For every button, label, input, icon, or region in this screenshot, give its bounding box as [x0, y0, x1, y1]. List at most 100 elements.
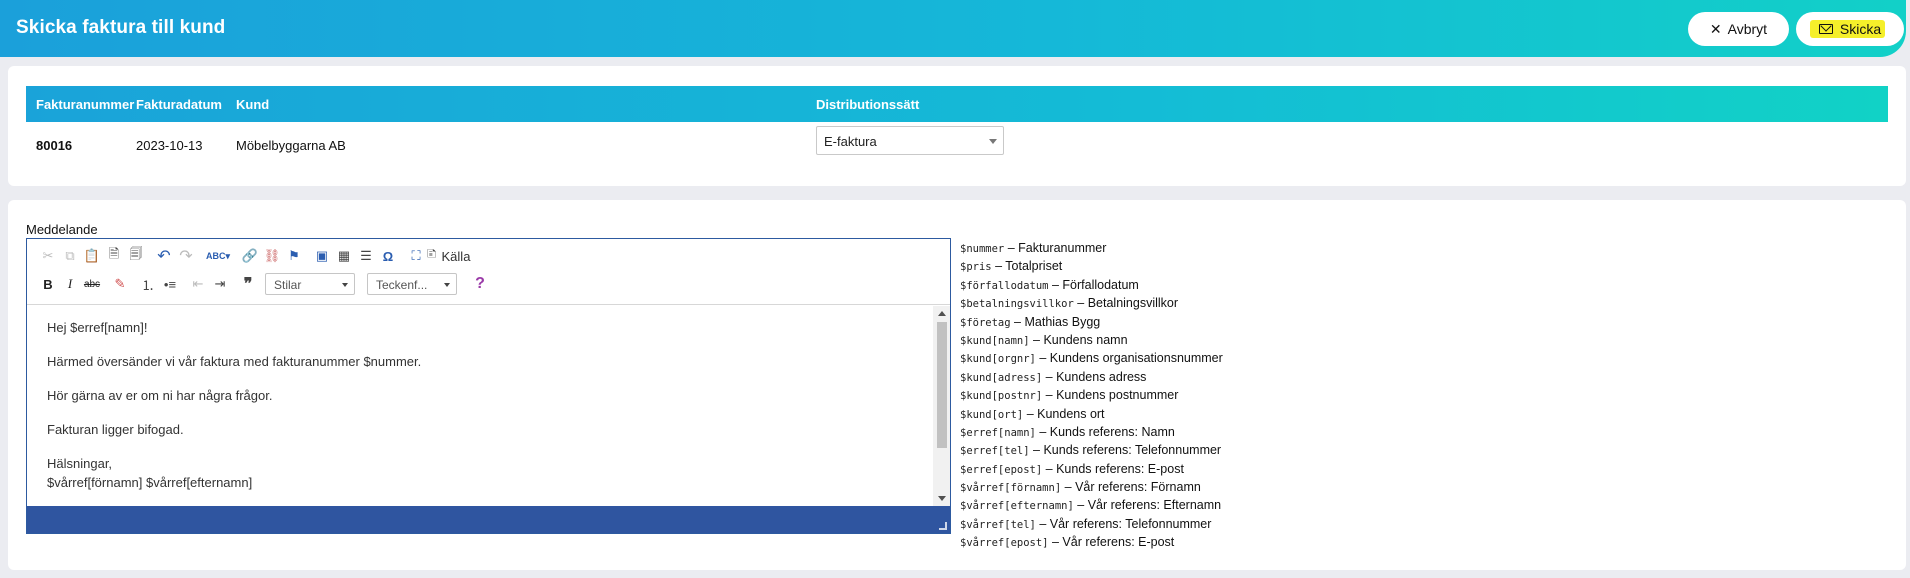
editor-scrollbar[interactable]: [933, 306, 950, 506]
variable-item: $kund[ort] – Kundens ort: [960, 406, 1105, 421]
variable-item: $nummer – Fakturanummer: [960, 241, 1107, 255]
editor-content[interactable]: Hej $erref[namn]! Härmed översänder vi v…: [27, 306, 933, 506]
variable-desc: Kundens adress: [1056, 369, 1147, 384]
format-dropdown-label: Teckenf...: [376, 278, 428, 292]
anchor-icon[interactable]: ⚑: [283, 245, 305, 267]
italic-icon[interactable]: I: [59, 273, 81, 295]
variable-desc: Kundens ort: [1037, 406, 1105, 421]
spellcheck-icon[interactable]: ABC▾: [203, 245, 233, 267]
variable-code: $vårref[förnamn]: [960, 482, 1062, 495]
variable-item: $erref[epost] – Kunds referens: E-post: [960, 461, 1184, 476]
variable-code: $kund[namn]: [960, 334, 1030, 347]
variable-item: $kund[namn] – Kundens namn: [960, 332, 1128, 347]
numbered-list-icon[interactable]: ⒈: [137, 273, 159, 295]
horizontal-line-icon[interactable]: ☰: [355, 245, 377, 267]
source-icon[interactable]: 🗈 Källa: [427, 245, 470, 267]
variable-code: $erref[tel]: [960, 445, 1030, 458]
image-icon[interactable]: ▣: [311, 245, 333, 267]
message-card: Meddelande ✂ ⧉ 📋 🗎 🗐 ↶ ↷ ABC▾ 🔗 ⛓ ⚑ ▣ ▦: [8, 200, 1906, 570]
variable-desc: Vår referens: E-post: [1062, 535, 1175, 550]
variable-item: $kund[adress] – Kundens adress: [960, 369, 1147, 384]
cut-icon[interactable]: ✂: [37, 245, 59, 267]
link-icon[interactable]: 🔗: [239, 245, 261, 267]
blockquote-icon[interactable]: ❞: [237, 273, 259, 295]
redo-icon[interactable]: ↷: [175, 245, 197, 267]
variable-code: $kund[ort]: [960, 408, 1024, 421]
chevron-down-icon: [989, 139, 997, 144]
variable-item: $erref[tel] – Kunds referens: Telefonnum…: [960, 443, 1222, 458]
col-distribution: Distributionssätt: [816, 97, 920, 112]
variable-desc: Betalningsvillkor: [1087, 296, 1179, 311]
variable-desc: Vår referens: Telefonnummer: [1049, 516, 1212, 531]
paste-icon[interactable]: 📋: [81, 245, 103, 267]
editor-paragraph: Härmed översänder vi vår faktura med fak…: [47, 354, 422, 369]
scroll-thumb[interactable]: [937, 322, 947, 448]
format-dropdown[interactable]: Teckenf...: [367, 273, 457, 295]
close-icon: ✕: [1709, 20, 1722, 37]
scroll-down-icon[interactable]: [938, 496, 946, 501]
variable-desc: Kundens postnummer: [1056, 388, 1179, 403]
distribution-select[interactable]: E-faktura: [816, 126, 1004, 155]
source-icon-glyph: 🗈: [427, 246, 437, 261]
styles-dropdown-label: Stilar: [274, 278, 302, 292]
message-editor: ✂ ⧉ 📋 🗎 🗐 ↶ ↷ ABC▾ 🔗 ⛓ ⚑ ▣ ▦ ☰ Ω ⛶ 🗈 Käl…: [26, 238, 951, 534]
header-bar: Skicka faktura till kund ✕ Avbryt Skicka: [0, 0, 1906, 57]
outdent-icon[interactable]: ⇤: [187, 273, 209, 295]
variable-desc: Kundens namn: [1043, 332, 1128, 347]
cancel-button[interactable]: ✕ Avbryt: [1688, 12, 1789, 46]
envelope-icon: [1818, 24, 1833, 34]
source-label: Källa: [441, 248, 471, 264]
variable-desc: Kunds referens: E-post: [1056, 461, 1184, 476]
strikethrough-icon[interactable]: abc: [81, 273, 103, 295]
variable-code: $kund[orgnr]: [960, 353, 1036, 366]
variable-code: $erref[namn]: [960, 426, 1036, 439]
resize-handle-icon[interactable]: [939, 522, 947, 530]
table-icon[interactable]: ▦: [333, 245, 355, 267]
help-icon[interactable]: ?: [469, 273, 491, 295]
variable-code: $företag: [960, 316, 1011, 329]
customer-name: Möbelbyggarna AB: [236, 138, 346, 153]
paste-word-icon[interactable]: 🗐: [125, 245, 147, 267]
indent-icon[interactable]: ⇥: [209, 273, 231, 295]
variable-code: $förfallodatum: [960, 279, 1049, 292]
variable-code: $vårref[efternamn]: [960, 500, 1074, 513]
variable-item: $erref[namn] – Kunds referens: Namn: [960, 424, 1175, 439]
editor-paragraph: $vårref[förnamn] $vårref[efternamn]: [47, 475, 253, 490]
variable-desc: Vår referens: Efternamn: [1087, 498, 1222, 513]
paste-text-icon[interactable]: 🗎: [103, 245, 125, 267]
cancel-button-label: Avbryt: [1727, 21, 1768, 37]
bulleted-list-icon[interactable]: •≡: [159, 273, 181, 295]
bold-icon[interactable]: B: [37, 273, 59, 295]
editor-paragraph: Hör gärna av er om ni har några frågor.: [47, 388, 273, 403]
page-title: Skicka faktura till kund: [16, 17, 226, 38]
variables-list: $nummer – Fakturanummer $pris – Totalpri…: [960, 241, 1223, 554]
distribution-value: E-faktura: [824, 134, 877, 149]
variable-item: $pris – Totalpriset: [960, 259, 1063, 274]
variable-desc: Kunds referens: Telefonnummer: [1043, 443, 1222, 458]
variable-item: $kund[postnr] – Kundens postnummer: [960, 388, 1179, 403]
remove-format-icon[interactable]: ✎: [109, 273, 131, 295]
variable-code: $vårref[epost]: [960, 537, 1049, 550]
variable-code: $betalningsvillkor: [960, 298, 1074, 311]
styles-dropdown[interactable]: Stilar: [265, 273, 355, 295]
variable-item: $vårref[förnamn] – Vår referens: Förnamn: [960, 480, 1201, 495]
message-label: Meddelande: [26, 222, 98, 237]
editor-statusbar: [27, 506, 950, 533]
chevron-down-icon: [444, 283, 450, 287]
variable-desc: Kunds referens: Namn: [1049, 424, 1175, 439]
send-button[interactable]: Skicka: [1796, 12, 1904, 46]
copy-icon[interactable]: ⧉: [59, 245, 81, 267]
special-char-icon[interactable]: Ω: [377, 245, 399, 267]
variable-code: $kund[adress]: [960, 371, 1043, 384]
editor-toolbar: ✂ ⧉ 📋 🗎 🗐 ↶ ↷ ABC▾ 🔗 ⛓ ⚑ ▣ ▦ ☰ Ω ⛶ 🗈 Käl…: [27, 239, 950, 305]
variable-desc: Förfallodatum: [1062, 277, 1139, 292]
scroll-up-icon[interactable]: [938, 311, 946, 316]
variable-code: $pris: [960, 261, 992, 274]
unlink-icon[interactable]: ⛓: [261, 245, 283, 267]
variable-desc: Vår referens: Förnamn: [1075, 480, 1201, 495]
variable-desc: Mathias Bygg: [1024, 314, 1101, 329]
undo-icon[interactable]: ↶: [153, 245, 175, 267]
maximize-icon[interactable]: ⛶: [405, 245, 427, 267]
invoice-date: 2023-10-13: [136, 138, 203, 153]
variable-item: $förfallodatum – Förfallodatum: [960, 277, 1139, 292]
